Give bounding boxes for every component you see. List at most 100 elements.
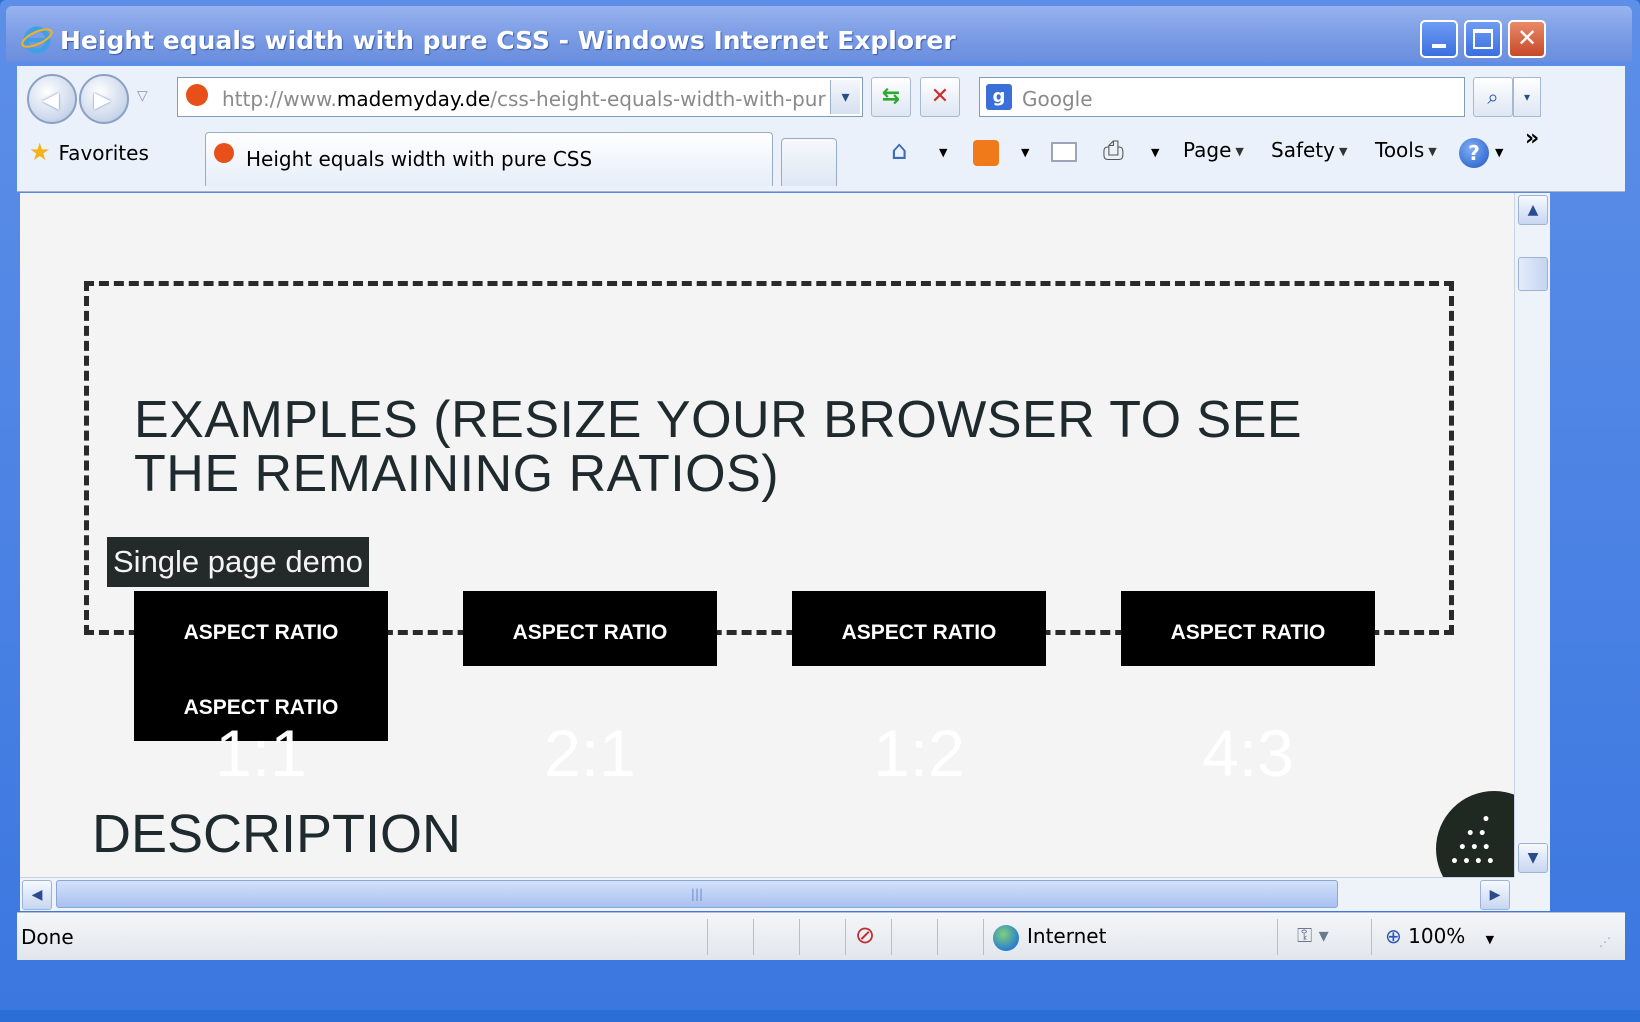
google-icon: g	[986, 84, 1012, 110]
star-icon: ★	[29, 138, 51, 166]
window-title: Height equals width with pure CSS - Wind…	[60, 26, 956, 55]
new-tab-button[interactable]	[781, 138, 837, 186]
refresh-button[interactable]: ⇆	[871, 77, 911, 117]
home-dropdown[interactable]: ▼	[939, 146, 947, 159]
scroll-left-button[interactable]: ◀	[22, 880, 52, 910]
forward-button[interactable]: ▶	[79, 74, 129, 124]
print-dropdown[interactable]: ▼	[1151, 146, 1159, 159]
floating-menu-button[interactable]: • •• ••• ••••	[1436, 791, 1514, 877]
scrollbar-corner	[1514, 877, 1550, 911]
address-bar[interactable]: http://www.mademyday.de/css-height-equal…	[177, 77, 863, 117]
close-icon: ✕	[1517, 24, 1538, 52]
maximize-button[interactable]	[1464, 20, 1502, 58]
zoom-icon: ⊕	[1385, 924, 1402, 948]
status-bar: Done ⊘ Internet ⚿ ▾ ⊕ 100% ▼ ⋰	[17, 912, 1625, 960]
feeds-icon[interactable]	[973, 140, 999, 166]
safety-menu-label: Safety	[1271, 138, 1335, 162]
protected-mode-icon[interactable]: ⚿ ▾	[1297, 923, 1329, 947]
aspect-ratio-box-4-3: ASPECT RATIO	[1121, 591, 1375, 666]
address-dropdown-button[interactable]: ▾	[830, 80, 860, 114]
mail-icon[interactable]	[1051, 142, 1077, 162]
search-icon: ⌕	[1487, 85, 1499, 109]
tab-active[interactable]: Height equals width with pure CSS	[205, 132, 773, 186]
forward-arrow-icon: ▶	[94, 88, 111, 113]
chevron-up-icon: ▲	[1527, 202, 1539, 218]
status-divider	[937, 919, 938, 955]
privacy-icon[interactable]: ⊘	[855, 921, 875, 949]
safety-menu[interactable]: Safety ▼	[1271, 138, 1347, 162]
close-button[interactable]: ✕	[1508, 20, 1546, 58]
status-divider	[891, 919, 892, 955]
back-button[interactable]: ◀	[27, 74, 77, 124]
horizontal-scroll-thumb[interactable]: |||	[56, 880, 1338, 908]
zoom-level[interactable]: ⊕ 100% ▼	[1385, 924, 1494, 948]
zone-label: Internet	[1027, 924, 1107, 948]
resize-grip-icon[interactable]: ⋰	[1599, 935, 1612, 949]
internet-explorer-icon	[21, 26, 53, 54]
status-divider	[753, 919, 754, 955]
aspect-ratio-label: ASPECT RATIO	[1170, 621, 1326, 644]
scroll-right-button[interactable]: ▶	[1480, 880, 1510, 910]
address-prefix: http://www.	[222, 87, 337, 111]
ratio-text-4-3: 4:3	[1202, 716, 1294, 790]
address-domain: mademyday.de	[336, 87, 491, 111]
aspect-ratio-box-1-2: ASPECT RATIO	[792, 591, 1046, 666]
page-viewport: EXAMPLES (RESIZE YOUR BROWSER TO SEE THE…	[20, 193, 1514, 877]
address-input[interactable]: http://www.mademyday.de/css-height-equal…	[222, 87, 826, 111]
site-favicon-icon	[186, 84, 208, 106]
chevron-left-icon: ◀	[31, 887, 43, 903]
ratio-text-1-2: 1:2	[873, 716, 965, 790]
examples-heading: EXAMPLES (RESIZE YOUR BROWSER TO SEE THE…	[134, 391, 1303, 503]
tools-menu[interactable]: Tools ▼	[1375, 138, 1437, 162]
back-arrow-icon: ◀	[42, 88, 59, 113]
globe-icon	[993, 924, 1019, 951]
status-divider	[1371, 919, 1372, 955]
scroll-down-button[interactable]: ▼	[1518, 843, 1548, 873]
favorites-label: Favorites	[58, 141, 149, 165]
status-divider	[983, 919, 984, 955]
vertical-scrollbar[interactable]: ▲ ▼	[1514, 193, 1550, 877]
browser-window: Height equals width with pure CSS - Wind…	[0, 0, 1640, 1022]
chevron-down-icon: ▼	[1527, 850, 1539, 866]
page-menu-label: Page	[1183, 138, 1232, 162]
status-divider	[799, 919, 800, 955]
maximize-icon	[1473, 29, 1493, 49]
status-text: Done	[21, 925, 74, 949]
aspect-ratio-box-2-1: ASPECT RATIO	[463, 591, 717, 666]
favorites-button[interactable]: ★ Favorites	[29, 138, 149, 174]
tools-menu-label: Tools	[1375, 138, 1425, 162]
security-zone[interactable]: Internet	[993, 924, 1106, 951]
chevron-right-icon: ▶	[1489, 887, 1501, 903]
stop-icon: ✕	[930, 84, 950, 109]
search-button[interactable]: ⌕	[1473, 77, 1513, 117]
recent-pages-dropdown[interactable]: ▽	[137, 88, 148, 104]
help-icon[interactable]: ?	[1459, 138, 1489, 168]
minimize-icon	[1432, 44, 1446, 48]
ratio-text-2-1: 2:1	[544, 716, 636, 790]
status-divider	[845, 919, 846, 955]
dots-grid-icon: • •• ••• ••••	[1450, 812, 1498, 870]
tab-label: Height equals width with pure CSS	[246, 147, 593, 171]
status-divider	[1277, 919, 1278, 955]
search-box[interactable]: g Google	[979, 77, 1465, 117]
aspect-ratio-label: ASPECT RATIO	[183, 621, 339, 644]
scroll-up-button[interactable]: ▲	[1518, 195, 1548, 225]
search-input[interactable]: Google	[1022, 87, 1093, 111]
aspect-ratio-label: ASPECT RATIO	[841, 621, 997, 644]
print-icon[interactable]: ⎙	[1103, 136, 1124, 167]
horizontal-scrollbar[interactable]: ◀ ||| ▶	[20, 877, 1514, 911]
home-icon[interactable]: ⌂	[891, 136, 908, 166]
single-page-demo-link[interactable]: Single page demo	[107, 537, 369, 587]
address-path: /css-height-equals-width-with-pure-cs	[490, 87, 826, 111]
feeds-dropdown[interactable]: ▼	[1021, 146, 1029, 159]
toolbar-overflow-chevron[interactable]: »	[1525, 126, 1539, 151]
page-menu[interactable]: Page ▼	[1183, 138, 1244, 162]
tab-favicon-icon	[214, 143, 234, 163]
minimize-button[interactable]	[1420, 20, 1458, 58]
help-dropdown[interactable]: ▼	[1495, 146, 1503, 159]
vertical-scroll-thumb[interactable]	[1518, 257, 1548, 291]
search-options-dropdown[interactable]: ▾	[1513, 77, 1541, 117]
aspect-ratio-label: ASPECT RATIO	[512, 621, 668, 644]
browser-chrome: ◀ ▶ ▽ http://www.mademyday.de/css-height…	[17, 66, 1625, 192]
stop-button[interactable]: ✕	[920, 77, 960, 117]
